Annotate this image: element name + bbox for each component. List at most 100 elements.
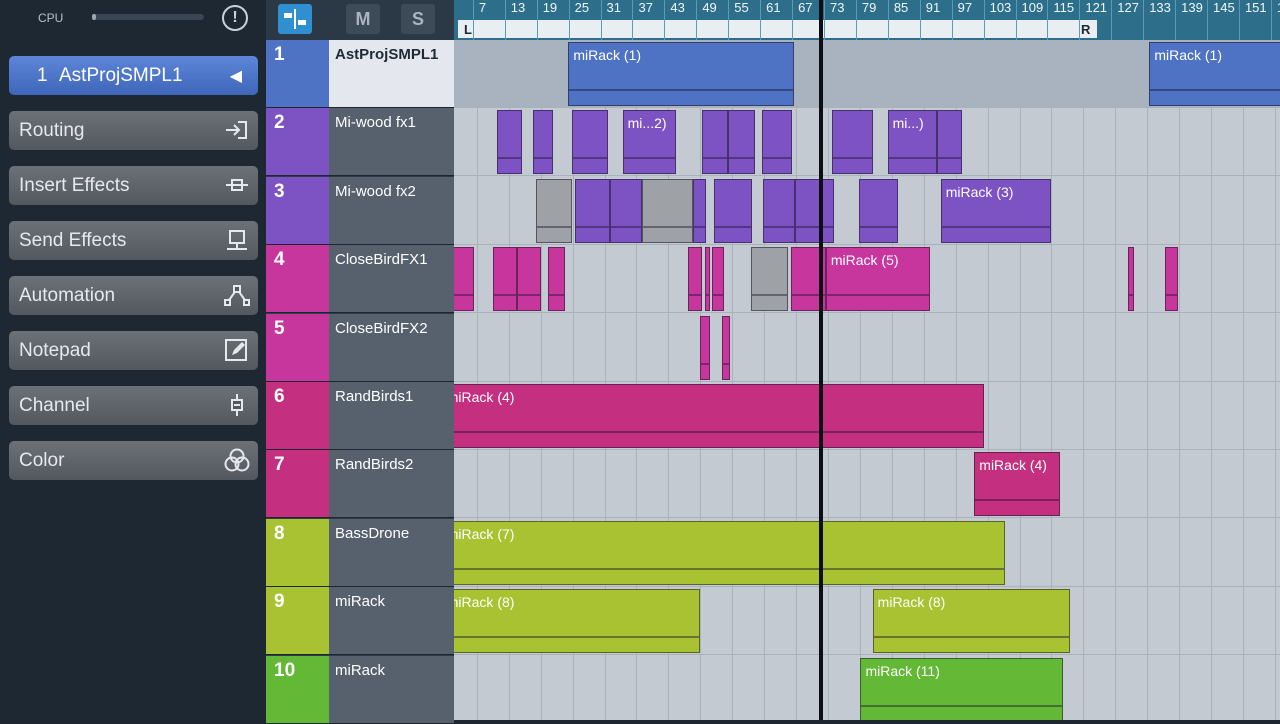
audio-clip[interactable] — [1127, 247, 1135, 312]
track-name-area[interactable]: AstProjSMPL1 — [329, 40, 454, 107]
track-header[interactable]: 5 CloseBirdFX2 — [266, 313, 454, 382]
grid-line — [1179, 40, 1181, 720]
track-header[interactable]: 10 miRack — [266, 655, 454, 724]
audio-clip[interactable] — [702, 110, 728, 175]
insert-effects-button[interactable]: Insert Effects — [9, 166, 258, 205]
left-locator[interactable]: L — [464, 22, 472, 37]
audio-clip[interactable] — [712, 247, 725, 312]
track-color-strip[interactable]: 7 — [266, 450, 329, 518]
track-number: 9 — [274, 591, 285, 613]
audio-clip[interactable] — [705, 247, 710, 312]
track-color-strip[interactable]: 3 — [266, 176, 329, 244]
audio-clip[interactable] — [831, 110, 873, 175]
track-header[interactable]: 1 AstProjSMPL1 — [266, 40, 454, 108]
audio-clip[interactable] — [693, 178, 706, 243]
solo-all-button[interactable]: S — [401, 4, 435, 34]
audio-clip[interactable] — [496, 110, 523, 175]
routing-button[interactable]: Routing — [9, 111, 258, 150]
track-color-strip[interactable]: 6 — [266, 382, 329, 449]
audio-clip[interactable]: miRack (4) — [974, 452, 1061, 517]
track-lane[interactable] — [454, 450, 1280, 519]
track-name-area[interactable]: CloseBirdFX2 — [329, 313, 454, 381]
audio-clip[interactable]: miRack (11) — [860, 657, 1064, 720]
warning-icon[interactable]: ! — [222, 5, 248, 31]
track-header[interactable]: 7 RandBirds2 — [266, 450, 454, 519]
automation-button[interactable]: Automation — [9, 276, 258, 315]
audio-clip[interactable] — [516, 247, 542, 312]
track-color-strip[interactable]: 10 — [266, 655, 329, 723]
track-color-strip[interactable]: 9 — [266, 587, 329, 655]
audio-clip[interactable] — [858, 178, 898, 243]
arrangement-area[interactable]: miRack (1) miRack (1) mi...2) mi...) miRack … — [454, 40, 1280, 720]
track-header[interactable]: 2 Mi-wood fx1 — [266, 108, 454, 177]
track-number: 8 — [274, 522, 285, 544]
track-name-area[interactable]: Mi-wood fx1 — [329, 108, 454, 176]
channel-button[interactable]: Channel — [9, 386, 258, 425]
audio-clip[interactable] — [1165, 247, 1178, 312]
audio-clip[interactable] — [532, 110, 554, 175]
audio-clip[interactable] — [762, 110, 793, 175]
track-color-strip[interactable]: 1 — [266, 40, 329, 107]
track-name-area[interactable]: BassDrone — [329, 518, 454, 586]
audio-clip[interactable]: miRack (8) — [454, 589, 700, 654]
locator-range[interactable] — [458, 20, 1097, 38]
audio-clip[interactable] — [610, 178, 643, 243]
notepad-button[interactable]: Notepad — [9, 331, 258, 370]
audio-clip[interactable] — [937, 110, 963, 175]
track-name-area[interactable]: RandBirds1 — [329, 382, 454, 449]
color-button[interactable]: Color — [9, 441, 258, 480]
track-lane[interactable] — [454, 314, 1280, 382]
audio-clip[interactable]: miRack (1) — [1149, 42, 1280, 106]
track-color-strip[interactable]: 8 — [266, 518, 329, 586]
audio-clip[interactable] — [548, 247, 565, 312]
send-effects-button[interactable]: Send Effects — [9, 221, 258, 260]
track-name-area[interactable]: CloseBirdFX1 — [329, 245, 454, 313]
audio-clip[interactable]: mi...) — [887, 110, 938, 175]
track-name-area[interactable]: Mi-wood fx2 — [329, 176, 454, 244]
audio-clip[interactable]: miRack (1) — [568, 42, 794, 106]
ruler-tick — [664, 0, 666, 40]
audio-clip[interactable]: mi...2) — [622, 110, 677, 175]
right-locator[interactable]: R — [1081, 22, 1090, 37]
audio-clip[interactable] — [763, 178, 795, 243]
audio-clip[interactable] — [454, 247, 474, 312]
audio-clip[interactable] — [687, 247, 703, 312]
track-header[interactable]: 6 RandBirds1 — [266, 382, 454, 450]
track-name-area[interactable]: miRack — [329, 655, 454, 723]
track-color-strip[interactable]: 4 — [266, 245, 329, 313]
audio-clip[interactable] — [751, 247, 788, 312]
track-header[interactable]: 3 Mi-wood fx2 — [266, 176, 454, 245]
track-divider — [266, 722, 454, 724]
track-header[interactable]: 9 miRack — [266, 587, 454, 656]
ruler-tick — [536, 0, 538, 40]
audio-clip[interactable]: miRack (5) — [825, 247, 930, 312]
audio-clip[interactable] — [721, 315, 731, 380]
selected-track-button[interactable]: 1 AstProjSMPL1 ◀ — [9, 56, 258, 95]
track-name-area[interactable]: miRack — [329, 587, 454, 655]
audio-clip[interactable] — [492, 247, 517, 312]
timeline-ruler[interactable]: L R 7 13 19 25 31 37 43 49 55 61 67 73 79 85 91 97 103 10… — [454, 0, 1280, 40]
audio-clip[interactable] — [574, 178, 611, 243]
track-header[interactable]: 4 CloseBirdFX1 — [266, 245, 454, 314]
track-color-strip[interactable]: 5 — [266, 313, 329, 381]
audio-clip[interactable] — [727, 110, 755, 175]
track-name-area[interactable]: RandBirds2 — [329, 450, 454, 518]
audio-clip[interactable] — [699, 315, 710, 380]
audio-clip[interactable] — [714, 178, 753, 243]
track-color-strip[interactable]: 2 — [266, 108, 329, 176]
audio-clip[interactable] — [795, 178, 834, 243]
audio-clip[interactable]: miRack (7) — [454, 520, 1006, 585]
track-name: BassDrone — [335, 524, 410, 542]
audio-clip[interactable] — [642, 178, 694, 243]
mute-all-button[interactable]: M — [346, 4, 380, 34]
ruler-bar-number: 109 — [1021, 0, 1044, 15]
track-header[interactable]: 8 BassDrone — [266, 518, 454, 587]
audio-clip[interactable]: miRack (4) — [454, 384, 984, 448]
audio-clip[interactable]: miRack (3) — [940, 178, 1051, 243]
audio-clip[interactable] — [572, 110, 608, 175]
collapse-arrow-icon[interactable]: ◀ — [230, 66, 242, 86]
audio-clip[interactable]: miRack (8) — [872, 589, 1071, 654]
playhead-cursor[interactable] — [818, 0, 823, 720]
track-view-toggle-button[interactable] — [278, 4, 312, 34]
audio-clip[interactable] — [536, 178, 572, 243]
